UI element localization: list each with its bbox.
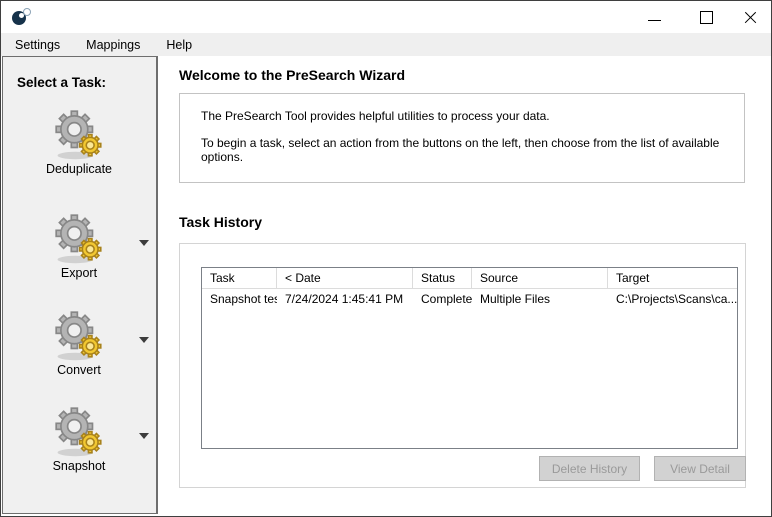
welcome-panel: The PreSearch Tool provides helpful util… <box>179 93 745 183</box>
column-header-source[interactable]: Source <box>472 268 608 289</box>
cell-date: 7/24/2024 1:45:41 PM <box>277 289 413 309</box>
cell-status: Complete <box>413 289 472 309</box>
column-header-status[interactable]: Status <box>413 268 472 289</box>
close-icon <box>744 11 757 24</box>
delete-history-button[interactable]: Delete History <box>539 456 640 481</box>
gears-icon <box>51 307 107 363</box>
titlebar[interactable] <box>1 1 771 33</box>
maximize-icon <box>700 11 713 24</box>
gears-icon <box>51 210 107 266</box>
app-window: Settings Mappings Help Select a Task: <box>0 0 772 517</box>
minimize-icon <box>648 20 661 21</box>
column-header-target[interactable]: Target <box>608 268 737 289</box>
column-header-date[interactable]: < Date <box>277 268 413 289</box>
presearch-logo-icon <box>12 8 32 28</box>
task-label: Convert <box>3 363 155 377</box>
gears-icon <box>51 106 107 162</box>
task-label: Deduplicate <box>3 162 155 176</box>
maximize-button[interactable] <box>689 1 723 33</box>
table-header-row: Task < Date Status Source Target <box>202 268 737 289</box>
task-button-export[interactable]: Export <box>3 210 155 280</box>
task-history-table[interactable]: Task < Date Status Source Target Snapsho… <box>201 267 738 449</box>
menu-mappings[interactable]: Mappings <box>73 35 153 55</box>
task-label: Export <box>3 266 155 280</box>
cell-target: C:\Projects\Scans\ca... <box>608 289 737 309</box>
minimize-button[interactable] <box>637 1 671 33</box>
task-history-panel: Task < Date Status Source Target Snapsho… <box>179 243 746 488</box>
dropdown-arrow-icon[interactable] <box>139 240 149 246</box>
cell-source: Multiple Files <box>472 289 608 309</box>
close-button[interactable] <box>733 1 767 33</box>
sidebar-heading: Select a Task: <box>17 75 106 90</box>
welcome-text-line: The PreSearch Tool provides helpful util… <box>180 109 744 123</box>
task-button-deduplicate[interactable]: Deduplicate <box>3 106 155 176</box>
dropdown-arrow-icon[interactable] <box>139 337 149 343</box>
view-detail-button[interactable]: View Detail <box>654 456 746 481</box>
menu-help[interactable]: Help <box>153 35 205 55</box>
task-sidebar: Select a Task: Deduplicate <box>2 56 158 514</box>
welcome-heading: Welcome to the PreSearch Wizard <box>179 67 405 83</box>
column-header-task[interactable]: Task <box>202 268 277 289</box>
cell-task: Snapshot test <box>202 289 277 309</box>
table-row[interactable]: Snapshot test 7/24/2024 1:45:41 PM Compl… <box>202 289 737 309</box>
task-button-snapshot[interactable]: Snapshot <box>3 403 155 473</box>
dropdown-arrow-icon[interactable] <box>139 433 149 439</box>
task-label: Snapshot <box>3 459 155 473</box>
gears-icon <box>51 403 107 459</box>
task-history-heading: Task History <box>179 214 262 230</box>
menu-settings[interactable]: Settings <box>2 35 73 55</box>
task-button-convert[interactable]: Convert <box>3 307 155 377</box>
menubar: Settings Mappings Help <box>1 33 771 56</box>
welcome-text-line: To begin a task, select an action from t… <box>180 136 744 164</box>
